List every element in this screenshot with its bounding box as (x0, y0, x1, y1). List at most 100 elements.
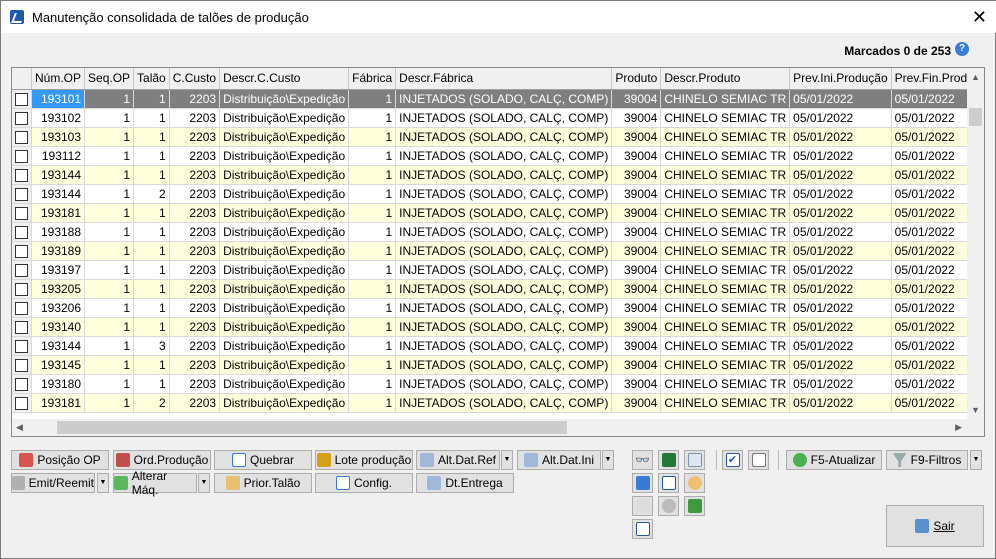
settings-button[interactable] (658, 496, 679, 516)
row-checkbox[interactable] (12, 165, 32, 185)
row-checkbox[interactable] (12, 108, 32, 128)
checkbox[interactable] (15, 301, 28, 315)
config-button[interactable]: Config. (315, 473, 413, 493)
alterar-maq-dropdown[interactable]: ▼ (198, 473, 210, 493)
table-row[interactable]: 193197 1 1 2203 Distribuição\Expedição 1 INJET… (12, 260, 984, 280)
row-checkbox[interactable] (12, 374, 32, 394)
table-row[interactable]: 193140 1 1 2203 Distribuição\Expedição 1 INJET… (12, 317, 984, 337)
column-header[interactable]: Talão (133, 68, 170, 90)
column-header[interactable]: Descr.C.Custo (219, 68, 350, 90)
row-checkbox[interactable] (12, 127, 32, 147)
table-row[interactable]: 193144 1 2 2203 Distribuição\Expedição 1 INJET… (12, 184, 984, 204)
emit-reemit-dropdown[interactable]: ▼ (97, 473, 109, 493)
cell: 2203 (169, 184, 221, 204)
row-checkbox[interactable] (12, 355, 32, 375)
f9-filtros-button[interactable]: F9-Filtros (886, 450, 968, 470)
checkbox[interactable] (15, 377, 28, 391)
alterar-maq-button[interactable]: Alterar Máq. (113, 469, 197, 497)
checkbox[interactable] (15, 92, 28, 106)
quebrar-button[interactable]: Quebrar (214, 450, 312, 470)
column-header[interactable]: Seq.OP (84, 68, 135, 90)
document-button[interactable] (684, 450, 705, 470)
table-row[interactable]: 193188 1 1 2203 Distribuição\Expedição 1 INJET… (12, 222, 984, 242)
download-button[interactable] (684, 496, 705, 516)
row-checkbox[interactable] (12, 336, 32, 356)
checkbox[interactable] (15, 187, 28, 201)
row-checkbox[interactable] (12, 393, 32, 413)
ord-producao-button[interactable]: Ord.Produção (113, 450, 211, 470)
colors-button[interactable] (684, 473, 705, 493)
checkbox[interactable] (15, 111, 28, 125)
column-header[interactable]: Fábrica (348, 68, 397, 90)
column-header[interactable]: Produto (611, 68, 662, 90)
column-header[interactable]: Núm.OP (31, 68, 86, 90)
checkbox[interactable] (15, 320, 28, 334)
table-row[interactable]: 193206 1 1 2203 Distribuição\Expedição 1 INJET… (12, 298, 984, 318)
column-header[interactable]: C.Custo (169, 68, 221, 90)
checkbox[interactable] (15, 396, 28, 410)
lote-producao-button[interactable]: Lote produção (315, 450, 413, 470)
search-button[interactable]: 👓 (632, 450, 653, 470)
horizontal-scrollbar[interactable]: ◀ ▶ (12, 419, 984, 436)
f5-atualizar-button[interactable]: F5-Atualizar (786, 450, 882, 470)
row-checkbox[interactable] (12, 279, 32, 299)
checkbox[interactable] (15, 149, 28, 163)
checkbox[interactable] (15, 130, 28, 144)
checkbox[interactable] (15, 168, 28, 182)
table-row[interactable]: 193144 1 3 2203 Distribuição\Expedição 1 INJET… (12, 336, 984, 356)
table-row[interactable]: 193144 1 1 2203 Distribuição\Expedição 1 INJET… (12, 165, 984, 185)
row-checkbox[interactable] (12, 222, 32, 242)
uncheck-all-button[interactable] (748, 450, 769, 470)
table-row[interactable]: 193181 1 2 2203 Distribuição\Expedição 1 INJET… (12, 393, 984, 413)
row-checkbox[interactable] (12, 89, 32, 109)
column-header[interactable]: Descr.Produto (660, 68, 791, 90)
row-checkbox[interactable] (12, 146, 32, 166)
table-row[interactable]: 193205 1 1 2203 Distribuição\Expedição 1 INJET… (12, 279, 984, 299)
row-checkbox[interactable] (12, 203, 32, 223)
header-select[interactable] (12, 68, 32, 90)
check-all-button[interactable]: ✔ (722, 450, 743, 470)
table-row[interactable]: 193101 1 1 2203 Distribuição\Expedição 1 INJET… (12, 89, 984, 109)
table-row[interactable]: 193103 1 1 2203 Distribuição\Expedição 1 INJET… (12, 127, 984, 147)
sort-button[interactable] (658, 473, 679, 493)
excel-export-button[interactable] (658, 450, 679, 470)
checkbox[interactable] (15, 225, 28, 239)
sair-button[interactable]: Sair (886, 505, 984, 547)
row-checkbox[interactable] (12, 184, 32, 204)
alt-dat-ref-dropdown[interactable]: ▼ (501, 450, 513, 470)
cell: 05/01/2022 (789, 108, 892, 128)
table-row[interactable]: 193180 1 1 2203 Distribuição\Expedição 1 INJET… (12, 374, 984, 394)
checkbox[interactable] (15, 263, 28, 277)
grid-config-button[interactable] (632, 473, 653, 493)
vertical-scrollbar[interactable]: ▲ ▼ (967, 68, 984, 419)
checkbox[interactable] (15, 206, 28, 220)
column-header[interactable]: Descr.Fábrica (395, 68, 613, 90)
filtros-dropdown[interactable]: ▼ (970, 450, 982, 470)
table-row[interactable]: 193112 1 1 2203 Distribuição\Expedição 1 INJET… (12, 146, 984, 166)
row-checkbox[interactable] (12, 241, 32, 261)
eraser-button[interactable] (632, 496, 653, 516)
row-checkbox[interactable] (12, 317, 32, 337)
posicao-op-button[interactable]: Posição OP (11, 450, 109, 470)
table-row[interactable]: 193189 1 1 2203 Distribuição\Expedição 1 INJET… (12, 241, 984, 261)
alt-dat-ini-dropdown[interactable]: ▼ (602, 450, 614, 470)
talao-grid[interactable]: Núm.OP Seq.OP Talão C.Custo Descr.C.Custo Fáb… (11, 67, 985, 437)
alt-dat-ini-button[interactable]: Alt.Dat.Ini (517, 450, 601, 470)
row-checkbox[interactable] (12, 260, 32, 280)
checkbox[interactable] (15, 282, 28, 296)
table-row[interactable]: 193102 1 1 2203 Distribuição\Expedição 1 INJET… (12, 108, 984, 128)
dt-entrega-button[interactable]: Dt.Entrega (416, 473, 514, 493)
emit-reemit-button[interactable]: Emit/Reemit (11, 473, 95, 493)
checkbox[interactable] (15, 244, 28, 258)
prior-talao-button[interactable]: Prior.Talão (214, 473, 312, 493)
alt-dat-ref-button[interactable]: Alt.Dat.Ref (416, 450, 500, 470)
row-checkbox[interactable] (12, 298, 32, 318)
table-row[interactable]: 193145 1 1 2203 Distribuição\Expedição 1 INJET… (12, 355, 984, 375)
column-header[interactable]: Prev.Ini.Produção (789, 68, 892, 90)
table-row[interactable]: 193181 1 1 2203 Distribuição\Expedição 1 INJET… (12, 203, 984, 223)
close-button[interactable]: ✕ (972, 7, 987, 28)
checkbox[interactable] (15, 339, 28, 353)
checkbox[interactable] (15, 358, 28, 372)
checklist-button[interactable] (632, 519, 653, 539)
help-icon[interactable]: ? (955, 42, 969, 56)
